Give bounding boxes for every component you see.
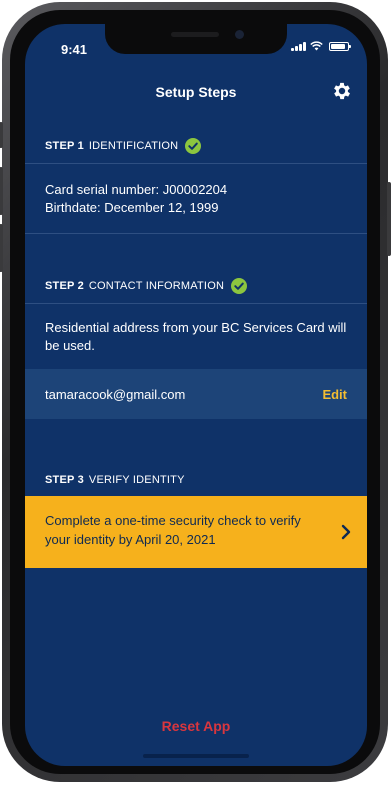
step-3-name: VERIFY IDENTITY (88, 474, 185, 486)
wifi-icon (310, 41, 323, 51)
step-1-number: STEP 1 (45, 140, 84, 152)
reset-app-button[interactable]: Reset App (25, 718, 367, 734)
notch (105, 24, 287, 54)
divider (25, 233, 367, 234)
mute-switch (0, 122, 3, 148)
volume-up-button (0, 167, 3, 215)
battery-icon (329, 42, 351, 51)
divider (25, 303, 367, 304)
step-2-number: STEP 2 (45, 280, 84, 292)
step-2-name: CONTACT INFORMATION (88, 280, 225, 292)
check-circle-icon (231, 278, 248, 294)
residential-address-text: Residential address from your BC Service… (45, 320, 347, 353)
step-1-details: Card serial number: J00002204 Birthdate:… (45, 181, 353, 217)
step-2-header: STEP 2 CONTACT INFORMATION (25, 278, 367, 294)
step-3-number: STEP 3 (45, 474, 84, 486)
chevron-right-icon (341, 524, 351, 540)
verify-identity-button[interactable]: Complete a one-time security check to ve… (25, 496, 367, 568)
email-value: tamaracook@gmail.com (45, 386, 186, 402)
email-row: tamaracook@gmail.com Edit (25, 369, 367, 419)
speaker-grille (171, 32, 219, 37)
step-3-header: STEP 3 VERIFY IDENTITY (25, 474, 367, 486)
status-icons (291, 41, 351, 51)
gear-icon[interactable] (331, 80, 353, 102)
divider (25, 163, 367, 164)
card-serial-text: Card serial number: J00002204 (45, 182, 228, 197)
step-1-header: STEP 1 IDENTIFICATION (25, 138, 367, 154)
front-camera (235, 30, 244, 39)
edit-email-button[interactable]: Edit (322, 387, 347, 402)
home-indicator (143, 754, 249, 758)
check-circle-icon (185, 138, 202, 154)
app-screen: 9:41 Setup Steps STEP 1 IDENTIFICATION C… (25, 24, 367, 766)
power-button (387, 182, 391, 256)
verify-identity-text: Complete a one-time security check to ve… (45, 513, 301, 547)
birthdate-text: Birthdate: December 12, 1999 (45, 200, 219, 215)
status-time: 9:41 (61, 42, 88, 57)
volume-down-button (0, 224, 3, 272)
step-1-name: IDENTIFICATION (88, 140, 179, 152)
cellular-signal-icon (291, 41, 306, 51)
page-title: Setup Steps (155, 84, 237, 100)
